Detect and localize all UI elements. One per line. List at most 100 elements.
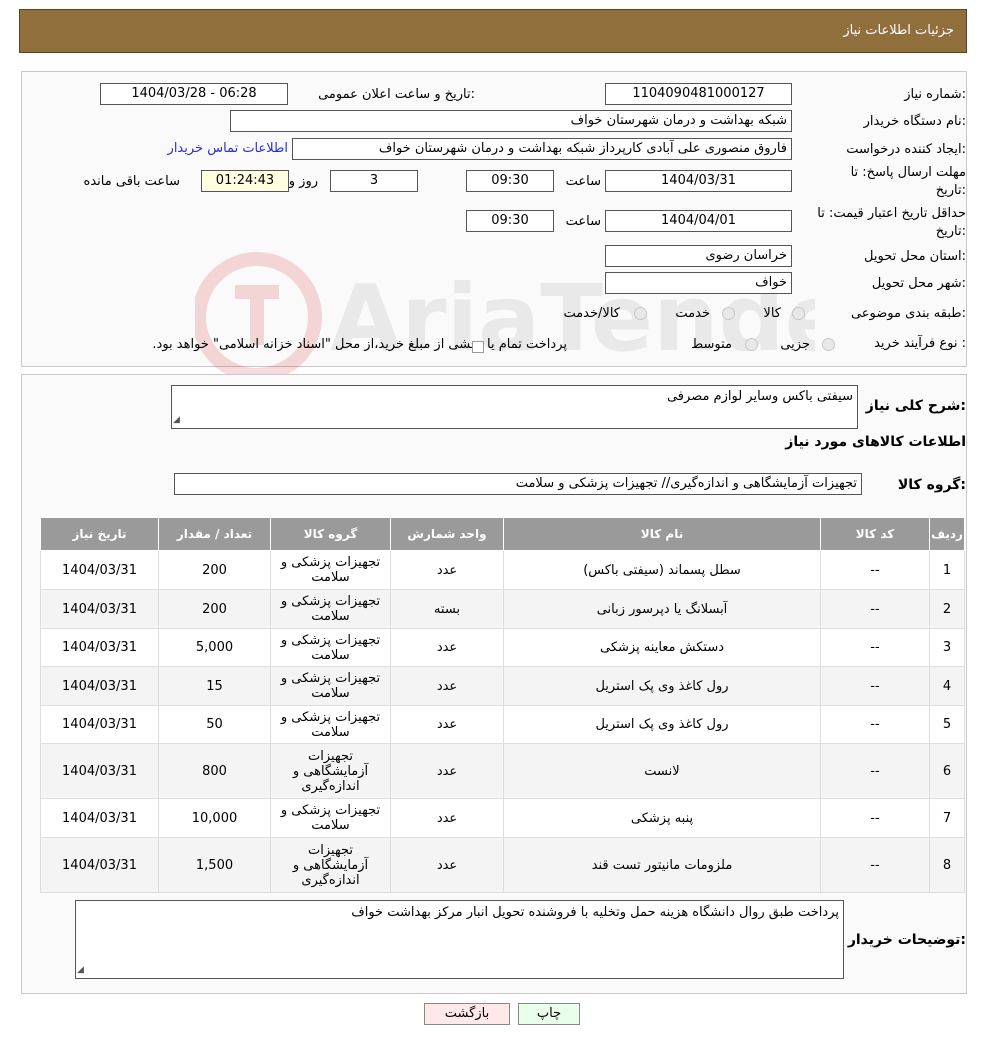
cell-item-code: -- bbox=[820, 666, 930, 706]
buyer-contact-link[interactable]: اطلاعات تماس خریدار bbox=[168, 141, 288, 156]
col-need-date: تاریخ نیاز bbox=[40, 517, 159, 551]
buyer-org-label: نام دستگاه خریدار: bbox=[863, 114, 966, 129]
city-field: خواف bbox=[605, 272, 792, 294]
treasury-note: پرداخت تمام یا بخشی از مبلغ خرید،از محل … bbox=[152, 337, 567, 352]
page-header: جزئیات اطلاعات نیاز bbox=[19, 9, 967, 53]
cell-item-code: -- bbox=[820, 743, 930, 799]
cell-item-group: تجهیزات پزشکی و سلامت bbox=[270, 705, 391, 744]
cell-item-name: رول کاغذ وی پک استریل bbox=[503, 666, 821, 706]
process-radio-minor[interactable] bbox=[822, 338, 835, 351]
goods-table: ردیف کد کالا نام کالا واحد شمارش گروه کا… bbox=[40, 517, 965, 893]
col-quantity: تعداد / مقدار bbox=[158, 517, 271, 551]
process-option-minor: جزیی bbox=[780, 337, 810, 352]
province-label: استان محل تحویل: bbox=[864, 249, 966, 264]
days-label: روز و bbox=[288, 174, 318, 189]
validity-time-label: ساعت bbox=[565, 214, 601, 229]
col-item-code: کد کالا bbox=[820, 517, 930, 551]
table-row: 2 -- آبسلانگ یا دپرسور زبانی بسته تجهیزا… bbox=[40, 589, 965, 629]
province-field: خراسان رضوی bbox=[605, 245, 792, 267]
cell-item-code: -- bbox=[820, 837, 930, 893]
cell-need-date: 1404/03/31 bbox=[40, 589, 159, 629]
cell-quantity: 50 bbox=[158, 705, 271, 744]
description-field[interactable]: سیفتی باکس وسایر لوازم مصرفی bbox=[171, 385, 858, 429]
requester-field: فاروق منصوری علی آبادی کارپرداز شبکه بهد… bbox=[292, 138, 792, 160]
category-radio-goods[interactable] bbox=[792, 307, 805, 320]
cell-unit: عدد bbox=[390, 705, 504, 744]
cell-quantity: 200 bbox=[158, 589, 271, 629]
cell-item-group: تجهیزات پزشکی و سلامت bbox=[270, 589, 391, 629]
validity-time-field: 09:30 bbox=[466, 210, 554, 232]
table-row: 1 -- سطل پسماند (سیفتی باکس) عدد تجهیزات… bbox=[40, 550, 965, 590]
process-option-medium: متوسط bbox=[691, 337, 732, 352]
remaining-label: ساعت باقی مانده bbox=[83, 174, 180, 189]
validity-date-field: 1404/04/01 bbox=[605, 210, 792, 232]
table-row: 4 -- رول کاغذ وی پک استریل عدد تجهیزات پ… bbox=[40, 666, 965, 706]
process-radio-medium[interactable] bbox=[745, 338, 758, 351]
print-button[interactable]: چاپ bbox=[518, 1003, 580, 1025]
cell-item-group: تجهیزات پزشکی و سلامت bbox=[270, 666, 391, 706]
resize-grip-icon[interactable]: ◢ bbox=[173, 415, 180, 425]
table-row: 7 -- پنبه پزشکی عدد تجهیزات پزشکی و سلام… bbox=[40, 798, 965, 838]
cell-need-date: 1404/03/31 bbox=[40, 743, 159, 799]
cell-item-code: -- bbox=[820, 589, 930, 629]
cell-row-number: 8 bbox=[929, 837, 965, 893]
cell-quantity: 200 bbox=[158, 550, 271, 590]
deadline-label: مهلت ارسال پاسخ: تا bbox=[850, 165, 966, 180]
category-radio-service[interactable] bbox=[722, 307, 735, 320]
deadline-date-field: 1404/03/31 bbox=[605, 170, 792, 192]
cell-row-number: 3 bbox=[929, 628, 965, 667]
need-number-field: 1104090481000127 bbox=[605, 83, 792, 105]
cell-item-code: -- bbox=[820, 550, 930, 590]
cell-item-name: آبسلانگ یا دپرسور زبانی bbox=[503, 589, 821, 629]
cell-quantity: 10,000 bbox=[158, 798, 271, 838]
buyer-org-field: شبکه بهداشت و درمان شهرستان خواف bbox=[230, 110, 792, 132]
treasury-checkbox[interactable] bbox=[472, 341, 484, 353]
need-number-label: شماره نیاز: bbox=[904, 87, 966, 102]
announce-date-field: 1404/03/28 - 06:28 bbox=[100, 83, 288, 105]
back-button[interactable]: بازگشت bbox=[424, 1003, 510, 1025]
cell-unit: عدد bbox=[390, 798, 504, 838]
cell-quantity: 800 bbox=[158, 743, 271, 799]
category-label: طبقه بندی موضوعی: bbox=[850, 306, 966, 321]
resize-grip-icon[interactable]: ◢ bbox=[77, 965, 84, 975]
goods-group-field: تجهیزات آزمایشگاهی و اندازه‌گیری// تجهیز… bbox=[174, 473, 862, 495]
deadline-time-field: 09:30 bbox=[466, 170, 554, 192]
cell-item-code: -- bbox=[820, 628, 930, 667]
category-radio-goods-service[interactable] bbox=[634, 307, 647, 320]
category-option-goods: کالا bbox=[763, 306, 781, 321]
cell-item-name: لانست bbox=[503, 743, 821, 799]
cell-quantity: 15 bbox=[158, 666, 271, 706]
cell-item-group: تجهیزات پزشکی و سلامت bbox=[270, 550, 391, 590]
buyer-notes-field[interactable]: پرداخت طبق روال دانشگاه هزینه حمل وتخلیه… bbox=[75, 900, 844, 979]
col-unit: واحد شمارش bbox=[390, 517, 504, 551]
cell-row-number: 1 bbox=[929, 550, 965, 590]
remaining-time-field: 01:24:43 bbox=[201, 170, 289, 192]
goods-group-label: گروه کالا: bbox=[897, 477, 966, 493]
cell-row-number: 5 bbox=[929, 705, 965, 744]
table-row: 5 -- رول کاغذ وی پک استریل عدد تجهیزات پ… bbox=[40, 705, 965, 744]
buyer-notes-label: توضیحات خریدار: bbox=[847, 932, 966, 948]
cell-unit: عدد bbox=[390, 628, 504, 667]
cell-item-code: -- bbox=[820, 705, 930, 744]
process-label: نوع فرآیند خرید : bbox=[874, 336, 966, 351]
cell-item-name: پنبه پزشکی bbox=[503, 798, 821, 838]
table-row: 8 -- ملزومات مانیتور تست قند عدد تجهیزات… bbox=[40, 837, 965, 893]
goods-section-title: اطلاعات کالاهای مورد نیاز bbox=[785, 434, 966, 450]
category-option-service: خدمت bbox=[675, 306, 710, 321]
cell-row-number: 4 bbox=[929, 666, 965, 706]
cell-unit: بسته bbox=[390, 589, 504, 629]
city-label: شهر محل تحویل: bbox=[871, 276, 966, 291]
table-row: 6 -- لانست عدد تجهیزات آزمایشگاهی و اندا… bbox=[40, 743, 965, 799]
cell-item-group: تجهیزات پزشکی و سلامت bbox=[270, 628, 391, 667]
col-row-number: ردیف bbox=[929, 517, 965, 551]
col-item-name: نام کالا bbox=[503, 517, 821, 551]
cell-unit: عدد bbox=[390, 666, 504, 706]
buyer-notes-text: پرداخت طبق روال دانشگاه هزینه حمل وتخلیه… bbox=[351, 905, 839, 920]
cell-need-date: 1404/03/31 bbox=[40, 837, 159, 893]
cell-item-group: تجهیزات آزمایشگاهی و اندازه‌گیری bbox=[270, 743, 391, 799]
cell-need-date: 1404/03/31 bbox=[40, 798, 159, 838]
announce-date-label: تاریخ و ساعت اعلان عمومی: bbox=[318, 87, 475, 102]
deadline-time-label: ساعت bbox=[565, 174, 601, 189]
cell-row-number: 7 bbox=[929, 798, 965, 838]
cell-need-date: 1404/03/31 bbox=[40, 628, 159, 667]
